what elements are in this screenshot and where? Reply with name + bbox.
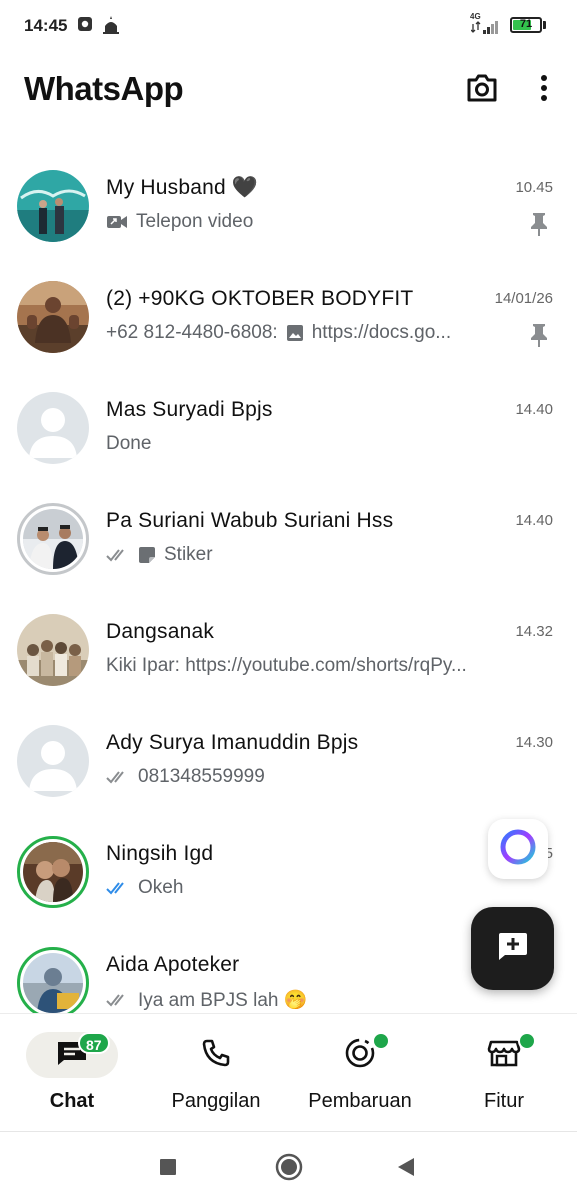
- chat-preview: Done: [106, 433, 506, 455]
- chat-name: (2) +90KG OKTOBER BODYFIT: [106, 287, 414, 310]
- avatar[interactable]: [17, 725, 89, 797]
- notification-app-icon: [77, 15, 93, 38]
- avatar[interactable]: [17, 281, 89, 353]
- pin-icon: [529, 212, 549, 241]
- chat-time: 10.45: [515, 179, 553, 196]
- new-chat-button[interactable]: [471, 907, 554, 990]
- battery-level: 71: [519, 18, 533, 30]
- chat-preview: Telepon video: [106, 211, 506, 233]
- video-call-icon: [106, 214, 128, 230]
- nav-calls[interactable]: Panggilan: [144, 1014, 288, 1132]
- chat-preview-text: Done: [106, 433, 152, 454]
- chat-name: Pa Suriani Wabub Suriani Hss: [106, 509, 394, 532]
- chat-time: 14.30: [515, 734, 553, 751]
- chat-row[interactable]: Pa Suriani Wabub Suriani Hss 14.40 Stike…: [0, 483, 577, 594]
- chat-name: Mas Suryadi Bpjs: [106, 398, 273, 421]
- chat-row[interactable]: (2) +90KG OKTOBER BODYFIT 14/01/26 +62 8…: [0, 261, 577, 372]
- nav-label: Panggilan: [171, 1090, 261, 1112]
- double-check-read-icon: [106, 881, 130, 895]
- meta-ai-button[interactable]: [488, 819, 548, 879]
- app-title: WhatsApp: [24, 70, 184, 107]
- double-check-icon: [106, 993, 130, 1007]
- meta-ai-icon: [498, 827, 538, 872]
- back-button[interactable]: [396, 1156, 416, 1183]
- chat-preview: Okeh: [106, 877, 506, 899]
- camera-icon: [466, 74, 498, 107]
- double-check-icon: [106, 770, 130, 784]
- nav-label: Pembaruan: [308, 1090, 412, 1112]
- battery-indicator: 71: [510, 17, 542, 33]
- chat-preview: 081348559999: [106, 766, 506, 788]
- chat-preview-text: Kiki Ipar: https://youtube.com/shorts/rq…: [106, 655, 467, 676]
- unread-badge: 87: [78, 1032, 110, 1054]
- nav-updates[interactable]: Pembaruan: [288, 1014, 432, 1132]
- chat-row[interactable]: Mas Suryadi Bpjs 14.40 Done: [0, 372, 577, 483]
- avatar[interactable]: [17, 947, 89, 1014]
- signal-icon: [470, 20, 501, 39]
- chat-name: Aida Apoteker: [106, 953, 240, 976]
- chat-row[interactable]: Dangsanak 14.32 Kiki Ipar: https://youtu…: [0, 594, 577, 705]
- chat-name: Ady Surya Imanuddin Bpjs: [106, 731, 359, 754]
- chat-name: Dangsanak: [106, 620, 215, 643]
- nav-label: Chat: [49, 1090, 95, 1112]
- chat-preview-text: Iya am BPJS lah 🤭: [138, 990, 308, 1011]
- nav-features[interactable]: Fitur: [432, 1014, 576, 1132]
- chat-list[interactable]: My Husband 🖤 10.45 Telepon video (2) +90…: [0, 150, 577, 1014]
- avatar[interactable]: [17, 503, 89, 575]
- pin-icon: [529, 323, 549, 352]
- chat-time: 14.40: [515, 401, 553, 418]
- nav-features-icon-wrap: [458, 1032, 550, 1078]
- more-vert-icon: [540, 74, 548, 107]
- chat-preview: Stiker: [106, 544, 506, 566]
- phone-icon: [201, 1038, 231, 1073]
- store-icon: [487, 1038, 521, 1073]
- nav-label: Fitur: [484, 1090, 524, 1112]
- avatar[interactable]: [17, 170, 89, 242]
- nav-calls-icon-wrap: [170, 1032, 262, 1078]
- image-icon: [286, 324, 304, 342]
- avatar[interactable]: [17, 392, 89, 464]
- system-navigation-bar: [0, 1131, 577, 1200]
- chat-preview-text: 081348559999: [138, 766, 265, 787]
- double-check-icon: [106, 548, 130, 562]
- home-button[interactable]: [275, 1153, 303, 1186]
- sticker-icon: [138, 546, 156, 564]
- nav-updates-icon-wrap: [314, 1032, 406, 1078]
- chat-row[interactable]: My Husband 🖤 10.45 Telepon video: [0, 150, 577, 261]
- updates-dot: [372, 1032, 390, 1050]
- avatar[interactable]: [17, 614, 89, 686]
- avatar[interactable]: [17, 836, 89, 908]
- chat-preview-text: Stiker: [164, 544, 213, 565]
- status-bar: 14:45 4G 71: [0, 0, 577, 52]
- chat-preview: Kiki Ipar: https://youtube.com/shorts/rq…: [106, 655, 536, 677]
- chat-preview: Iya am BPJS lah 🤭: [106, 988, 506, 1012]
- camera-button[interactable]: [464, 72, 500, 108]
- recents-button[interactable]: [159, 1158, 177, 1181]
- status-time: 14:45: [24, 16, 68, 35]
- more-options-button[interactable]: [526, 72, 562, 108]
- features-dot: [518, 1032, 536, 1050]
- chat-preview-text: Telepon video: [136, 211, 254, 232]
- chat-time: 14/01/26: [494, 290, 553, 307]
- new-chat-icon: [496, 931, 530, 966]
- chat-preview-text: https://docs.go...: [311, 322, 452, 343]
- chat-preview-sender: +62 812-4480-6808:: [106, 322, 278, 343]
- chat-name: My Husband 🖤: [106, 176, 259, 199]
- chat-preview-text: Okeh: [138, 877, 184, 898]
- bottom-navigation: 87 Chat Panggilan Pembaruan Fitur: [0, 1013, 577, 1131]
- nav-chat[interactable]: 87 Chat: [0, 1014, 144, 1132]
- battery-cap: [543, 21, 546, 29]
- chat-time: 14.40: [515, 512, 553, 529]
- chat-row[interactable]: Ady Surya Imanuddin Bpjs 14.30 081348559…: [0, 705, 577, 816]
- mosque-icon: [102, 15, 120, 40]
- chat-preview: +62 812-4480-6808: https://docs.go...: [106, 322, 506, 344]
- chat-time: 14.32: [515, 623, 553, 640]
- chat-name: Ningsih Igd: [106, 842, 214, 865]
